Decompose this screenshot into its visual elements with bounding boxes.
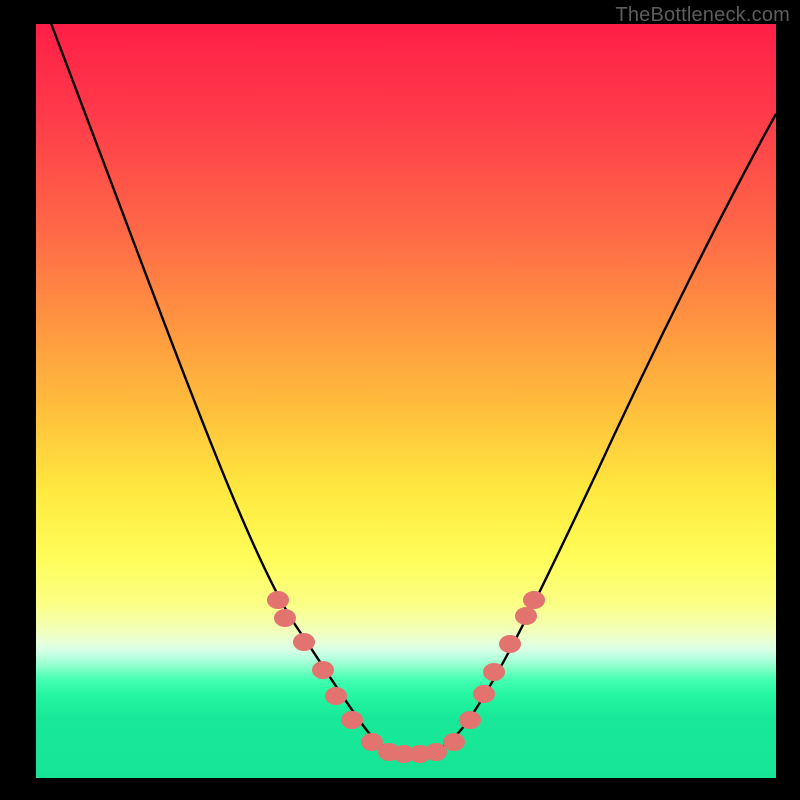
marker-dot <box>483 663 505 681</box>
marker-dot <box>515 607 537 625</box>
marker-group <box>267 591 545 763</box>
chart-svg <box>36 24 776 778</box>
marker-dot <box>523 591 545 609</box>
chart-frame: TheBottleneck.com <box>0 0 800 800</box>
marker-dot <box>312 661 334 679</box>
bottleneck-curve <box>36 24 776 756</box>
marker-dot <box>293 633 315 651</box>
marker-dot <box>425 743 447 761</box>
marker-dot <box>267 591 289 609</box>
marker-dot <box>459 711 481 729</box>
marker-dot <box>499 635 521 653</box>
marker-dot <box>443 733 465 751</box>
watermark-text: TheBottleneck.com <box>615 4 790 27</box>
marker-dot <box>473 685 495 703</box>
chart-plot-area <box>36 24 776 778</box>
marker-dot <box>274 609 296 627</box>
marker-dot <box>341 711 363 729</box>
marker-dot <box>325 687 347 705</box>
